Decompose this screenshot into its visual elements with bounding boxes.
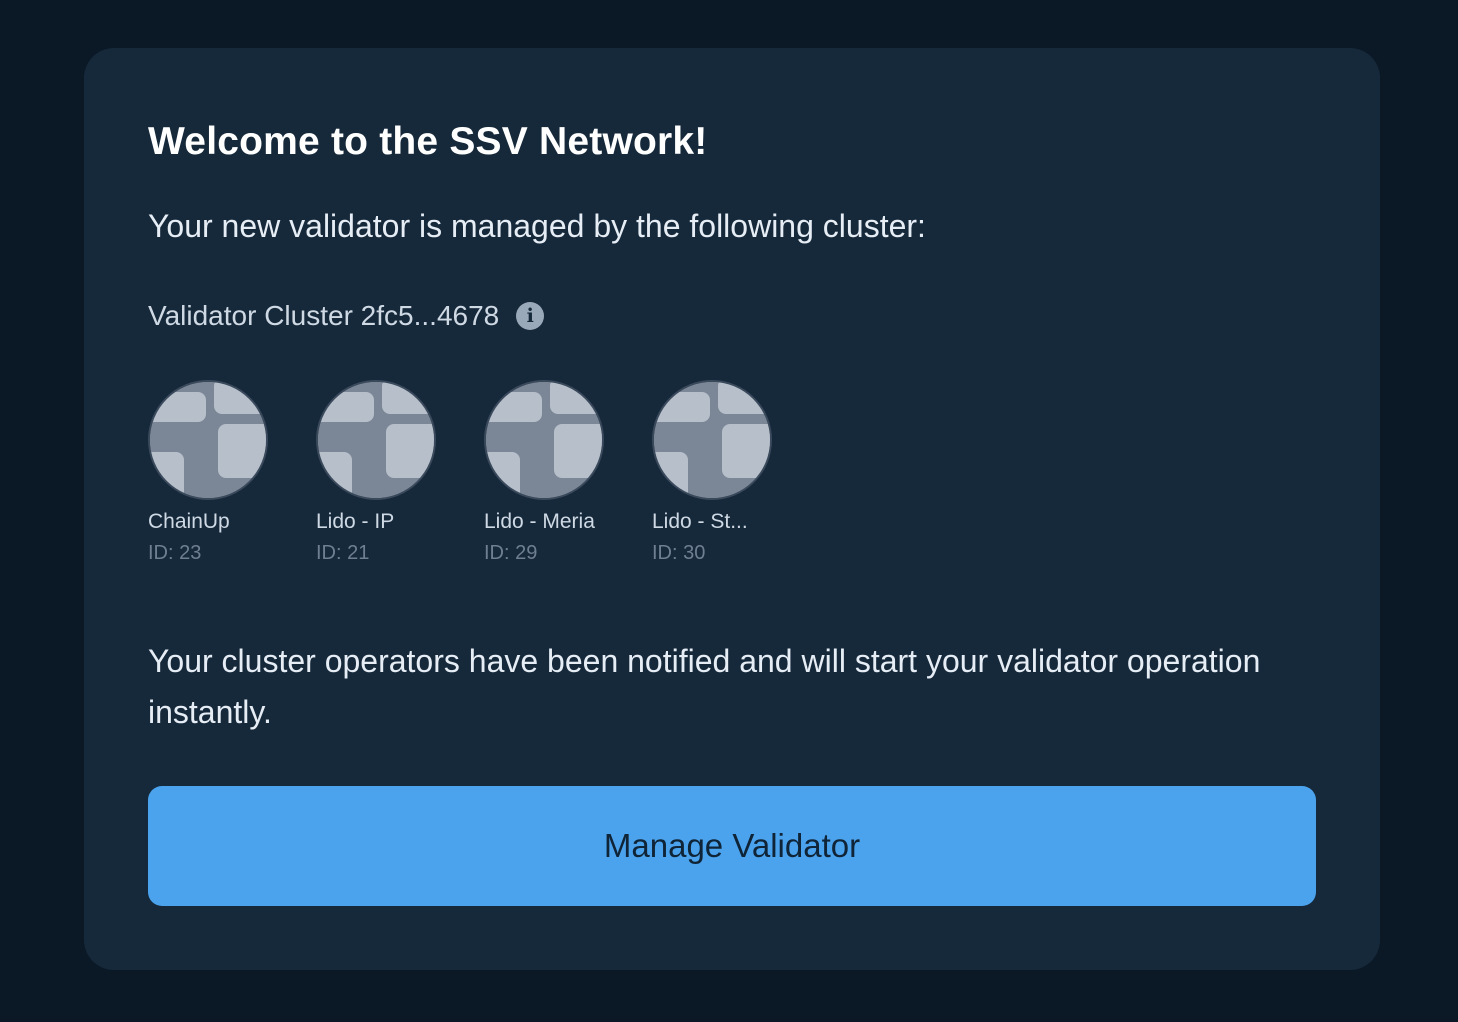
manage-validator-button[interactable]: Manage Validator bbox=[148, 786, 1316, 906]
subtitle: Your new validator is managed by the fol… bbox=[148, 208, 926, 244]
page-title: Welcome to the SSV Network! bbox=[148, 120, 708, 163]
operator-avatar bbox=[484, 380, 604, 500]
operator-item: Lido - IP ID: 21 bbox=[316, 380, 484, 565]
operator-item: Lido - St... ID: 30 bbox=[652, 380, 820, 565]
operator-avatar bbox=[316, 380, 436, 500]
operator-name: Lido - Meria bbox=[484, 510, 595, 533]
notice-text: Your cluster operators have been notifie… bbox=[148, 643, 1261, 730]
operator-id: ID: 21 bbox=[316, 542, 370, 564]
cluster-header: Validator Cluster 2fc5...4678 i bbox=[148, 300, 545, 332]
welcome-card: Welcome to the SSV Network! Your new val… bbox=[84, 48, 1380, 970]
info-icon[interactable]: i bbox=[516, 302, 545, 330]
page: Welcome to the SSV Network! Your new val… bbox=[0, 0, 1458, 1022]
operator-id: ID: 29 bbox=[484, 542, 538, 564]
operator-avatar bbox=[652, 380, 772, 500]
operator-item: ChainUp ID: 23 bbox=[148, 380, 316, 565]
operator-name: Lido - St... bbox=[652, 510, 748, 533]
cluster-label: Validator Cluster 2fc5...4678 bbox=[148, 300, 500, 331]
operator-name: ChainUp bbox=[148, 510, 230, 533]
operator-name: Lido - IP bbox=[316, 510, 395, 533]
operator-id: ID: 23 bbox=[148, 542, 202, 564]
operator-avatar bbox=[148, 380, 268, 500]
operator-item: Lido - Meria ID: 29 bbox=[484, 380, 652, 565]
operator-list: ChainUp ID: 23 Lido - IP ID: 21 Lido - M… bbox=[148, 380, 820, 565]
operator-id: ID: 30 bbox=[652, 542, 706, 564]
